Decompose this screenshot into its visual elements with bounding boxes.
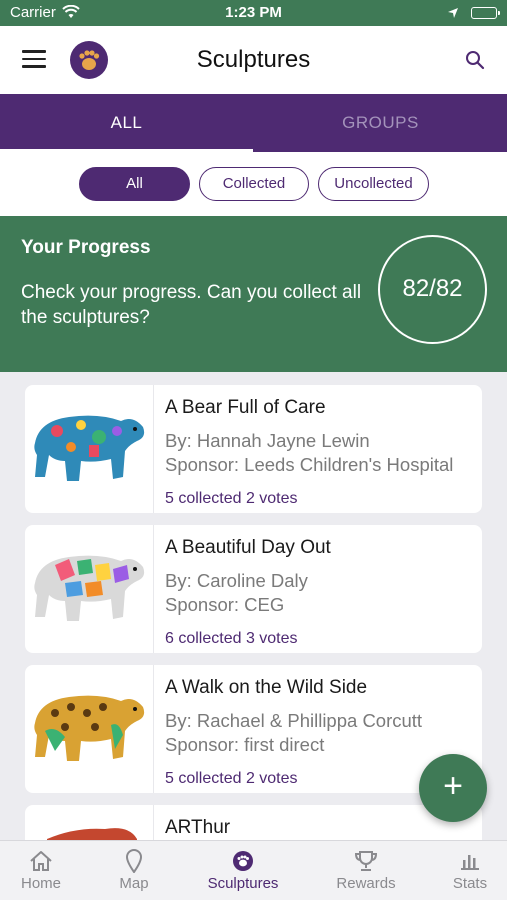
sculpture-sponsor: Sponsor: CEG <box>165 594 285 615</box>
progress-title: Your Progress <box>21 237 151 258</box>
progress-counter: 82/82 <box>378 235 487 344</box>
sculpture-title: A Beautiful Day Out <box>165 537 331 558</box>
sculpture-title: A Walk on the Wild Side <box>165 677 368 698</box>
add-button[interactable]: + <box>419 754 487 822</box>
sculpture-card[interactable]: A Beautiful Day Out By: Caroline Daly Sp… <box>25 525 482 653</box>
sculpture-card[interactable]: A Bear Full of Care By: Hannah Jayne Lew… <box>25 385 482 513</box>
clock: 1:23 PM <box>225 4 282 21</box>
tab-groups[interactable]: GROUPS <box>254 94 507 152</box>
sculpture-stats: 5 collected 2 votes <box>165 770 298 787</box>
sculpture-artist: By: Caroline Daly <box>165 570 308 591</box>
nav-rewards-label: Rewards <box>336 875 396 892</box>
bar-chart-icon <box>430 849 507 873</box>
sculpture-card[interactable]: A Walk on the Wild Side By: Rachael & Ph… <box>25 665 482 793</box>
nav-home-label: Home <box>20 875 61 892</box>
home-icon <box>1 849 81 873</box>
trophy-icon <box>326 849 406 873</box>
bear-logo-icon <box>203 849 283 873</box>
sculpture-sponsor: Sponsor: first direct <box>165 734 325 755</box>
tab-bar: ALL GROUPS <box>0 94 507 152</box>
filter-uncollected-button[interactable]: Uncollected <box>318 167 429 201</box>
filter-row: All Collected Uncollected <box>0 152 507 216</box>
filter-all-button[interactable]: All <box>79 167 190 201</box>
location-arrow-icon <box>447 6 459 23</box>
sculpture-stats: 5 collected 2 votes <box>165 490 298 507</box>
sculpture-artist: By: Rachael & Phillippa Corcutt <box>165 710 423 731</box>
bottom-nav: Home Map Sculptures Rewards Stats <box>0 840 507 900</box>
sculpture-sponsor: Sponsor: Leeds Children's Hospital <box>165 454 454 475</box>
nav-sculptures-label: Sculptures <box>207 875 279 892</box>
search-icon[interactable] <box>465 50 485 70</box>
page-title: Sculptures <box>196 46 311 73</box>
map-pin-icon <box>94 849 174 873</box>
nav-home[interactable]: Home <box>1 849 81 892</box>
nav-stats[interactable]: Stats <box>430 849 507 892</box>
tab-all[interactable]: ALL <box>0 94 253 152</box>
sculpture-card[interactable]: ARThur <box>25 805 482 840</box>
status-bar: Carrier 1:23 PM <box>0 0 507 26</box>
sculpture-title: ARThur <box>165 817 231 838</box>
sculpture-image <box>25 525 154 653</box>
sculpture-image <box>25 385 154 513</box>
sculpture-image <box>25 665 154 793</box>
app-header: Sculptures <box>0 26 507 94</box>
filter-collected-button[interactable]: Collected <box>199 167 309 201</box>
nav-map[interactable]: Map <box>94 849 174 892</box>
progress-description: Check your progress. Can you collect all… <box>21 282 362 328</box>
sculpture-stats: 6 collected 3 votes <box>165 630 298 647</box>
nav-map-label: Map <box>119 875 149 892</box>
sculpture-image <box>25 805 154 840</box>
progress-banner[interactable]: Your Progress Check your progress. Can y… <box>0 216 507 372</box>
nav-sculptures[interactable]: Sculptures <box>203 849 283 892</box>
nav-rewards[interactable]: Rewards <box>326 849 406 892</box>
nav-stats-label: Stats <box>452 875 488 892</box>
battery-icon <box>471 7 500 19</box>
sculpture-title: A Bear Full of Care <box>165 397 326 418</box>
sculpture-artist: By: Hannah Jayne Lewin <box>165 430 370 451</box>
